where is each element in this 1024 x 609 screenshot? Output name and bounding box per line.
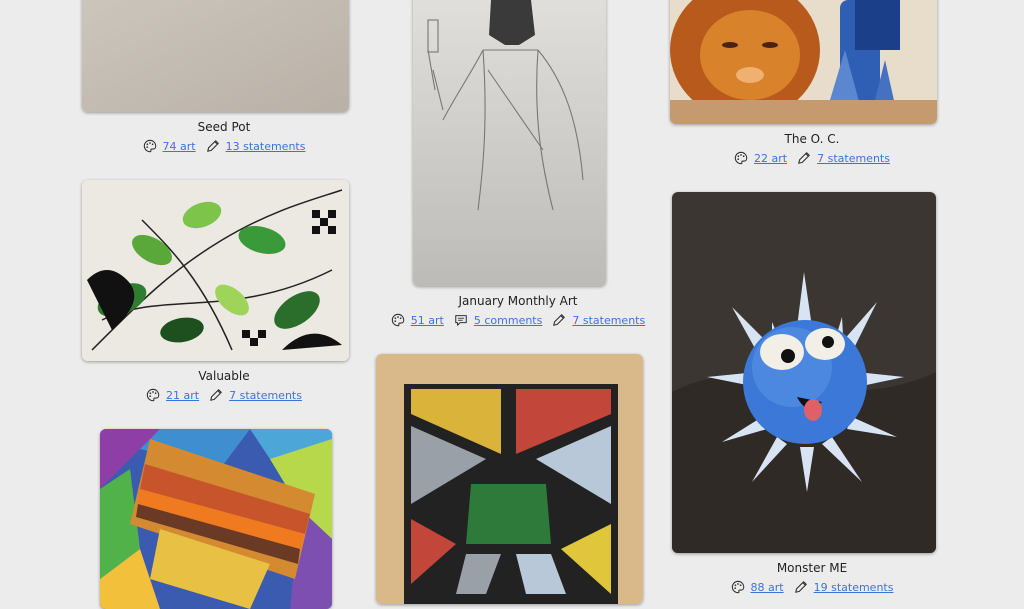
artwork-title[interactable]: January Monthly Art	[376, 294, 660, 308]
art-count: 22 art	[734, 151, 787, 165]
artwork-thumbnail[interactable]	[670, 0, 937, 124]
artwork-meta: 21 art 7 statements	[82, 388, 366, 402]
statements-link[interactable]: 7 statements	[229, 389, 302, 402]
statement-count: 7 statements	[552, 313, 645, 327]
art-link[interactable]: 88 art	[751, 581, 784, 594]
comment-count: 5 comments	[454, 313, 543, 327]
palette-icon	[146, 388, 160, 402]
statement-count: 7 statements	[797, 151, 890, 165]
art-link[interactable]: 74 art	[163, 140, 196, 153]
artwork-meta: 74 art 13 statements	[82, 139, 366, 153]
art-link[interactable]: 22 art	[754, 152, 787, 165]
art-link[interactable]: 21 art	[166, 389, 199, 402]
statement-count: 13 statements	[206, 139, 306, 153]
art-link[interactable]: 51 art	[411, 314, 444, 327]
artwork-thumbnail[interactable]	[376, 354, 643, 604]
art-count: 21 art	[146, 388, 199, 402]
art-count: 74 art	[143, 139, 196, 153]
artwork-thumbnail[interactable]	[82, 180, 349, 361]
statements-link[interactable]: 13 statements	[226, 140, 306, 153]
artwork-title[interactable]: Monster ME	[670, 561, 954, 575]
statement-count: 7 statements	[209, 388, 302, 402]
palette-icon	[734, 151, 748, 165]
artwork-thumbnail[interactable]	[82, 0, 349, 112]
pencil-icon	[210, 389, 222, 401]
pencil-icon	[798, 152, 810, 164]
pencil-icon	[206, 140, 219, 152]
palette-icon	[391, 313, 404, 327]
palette-icon	[731, 580, 744, 594]
statements-link[interactable]: 7 statements	[817, 152, 890, 165]
artwork-thumbnail[interactable]	[413, 0, 606, 286]
artwork-thumbnail[interactable]	[100, 429, 332, 609]
artwork-meta: 51 art 5 comments 7 statements	[376, 313, 660, 327]
art-count: 51 art	[391, 313, 444, 327]
artwork-title[interactable]: The O. C.	[670, 132, 954, 146]
artwork-meta: 88 art 19 statements	[670, 580, 954, 594]
palette-icon	[143, 139, 156, 153]
art-count: 88 art	[731, 580, 784, 594]
pencil-icon	[794, 581, 807, 593]
speech-bubble-icon	[455, 315, 467, 326]
artwork-title[interactable]: Valuable	[82, 369, 366, 383]
statements-link[interactable]: 19 statements	[814, 581, 894, 594]
pencil-icon	[553, 314, 566, 326]
statements-link[interactable]: 7 statements	[572, 314, 645, 327]
artwork-meta: 22 art 7 statements	[670, 151, 954, 165]
comments-link[interactable]: 5 comments	[474, 314, 543, 327]
statement-count: 19 statements	[794, 580, 894, 594]
artwork-thumbnail[interactable]	[672, 192, 936, 553]
artwork-title[interactable]: Seed Pot	[82, 120, 366, 134]
